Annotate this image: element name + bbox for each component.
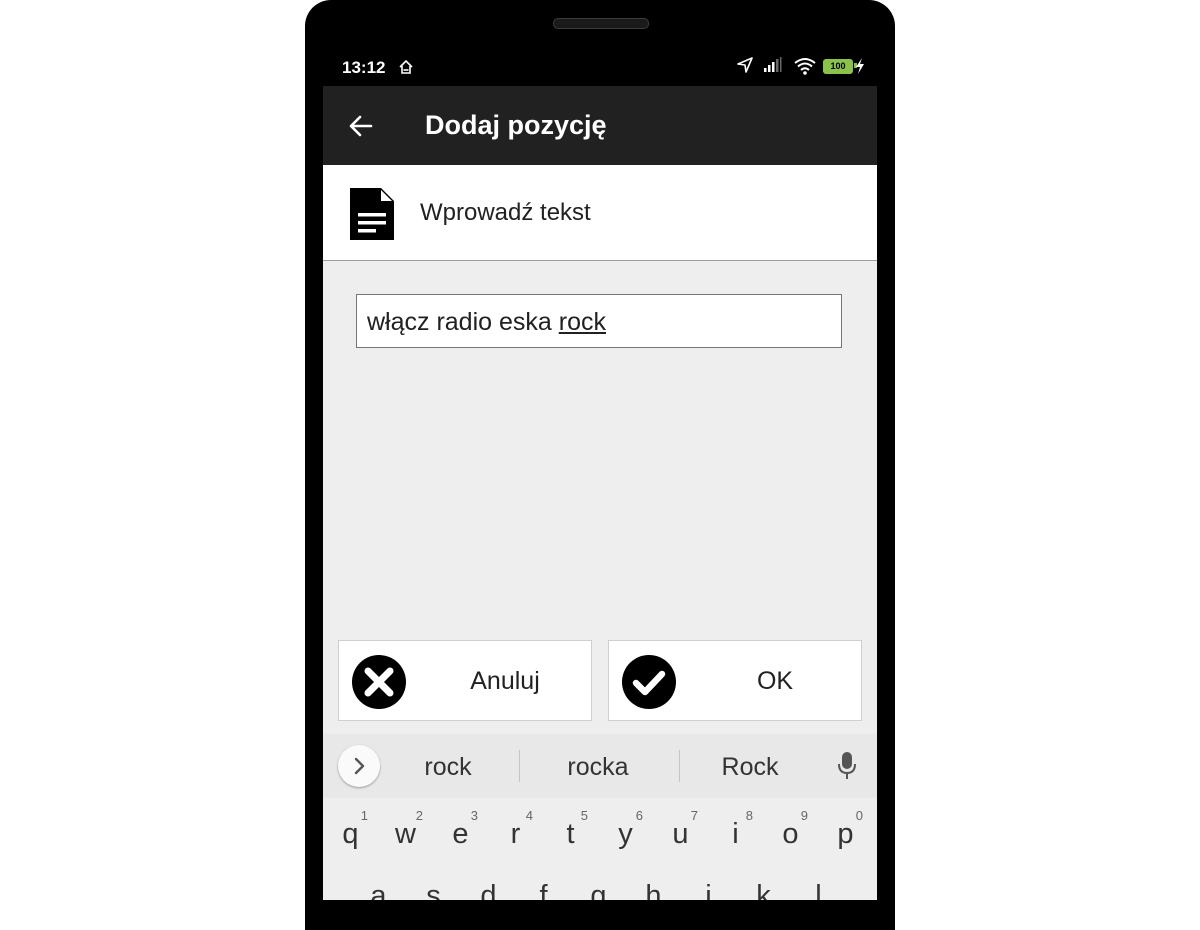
key-char: u <box>672 818 689 850</box>
key-k[interactable]: k <box>736 880 791 900</box>
key-char: y <box>618 818 633 850</box>
page-title: Dodaj pozycję <box>425 110 607 140</box>
key-a[interactable]: a <box>351 880 406 900</box>
key-hint: 6 <box>635 808 643 823</box>
key-hint: 7 <box>690 808 698 823</box>
keyboard-suggestion-bar: rock rocka Rock <box>323 734 877 798</box>
keyboard-row-2: asdfghjkl <box>351 880 851 900</box>
battery-icon: 100 <box>823 59 853 74</box>
key-o[interactable]: o9 <box>763 798 818 858</box>
key-char: e <box>452 818 469 850</box>
key-hint: 5 <box>580 808 588 823</box>
key-g[interactable]: g <box>571 880 626 900</box>
key-h[interactable]: h <box>626 880 681 900</box>
ok-button-label: OK <box>756 667 794 695</box>
key-l[interactable]: l <box>791 880 846 900</box>
key-u[interactable]: u7 <box>653 798 708 858</box>
key-j[interactable]: j <box>681 880 736 900</box>
key-hint: 4 <box>525 808 533 823</box>
arrow-left-icon[interactable] <box>347 112 375 145</box>
phone-screen: 13:12 100 Dodaj pozycję Wprowadź tekst w… <box>323 42 877 900</box>
key-i[interactable]: i8 <box>708 798 763 858</box>
key-w[interactable]: w2 <box>378 798 433 858</box>
cancel-circle-icon <box>351 654 407 715</box>
key-hint: 0 <box>855 808 863 823</box>
key-d[interactable]: d <box>461 880 516 900</box>
cancel-button-label: Anuluj <box>470 667 540 695</box>
check-circle-icon <box>621 654 677 715</box>
status-bar: 13:12 100 <box>323 42 877 86</box>
chevron-right-icon <box>354 757 365 775</box>
key-t[interactable]: t5 <box>543 798 598 858</box>
input-text: włącz radio eska <box>367 308 559 336</box>
key-q[interactable]: q1 <box>323 798 378 858</box>
microphone-icon[interactable] <box>837 751 857 786</box>
key-char: q <box>342 818 359 850</box>
phone-frame: 13:12 100 Dodaj pozycję Wprowadź tekst w… <box>305 0 895 930</box>
key-hint: 2 <box>415 808 423 823</box>
key-hint: 8 <box>745 808 753 823</box>
key-e[interactable]: e3 <box>433 798 488 858</box>
suggestion-item[interactable]: rocka <box>548 753 648 782</box>
key-y[interactable]: y6 <box>598 798 653 858</box>
suggestion-divider <box>679 750 680 782</box>
key-hint: 1 <box>360 808 368 823</box>
phone-speaker <box>553 18 649 29</box>
home-outline-icon <box>398 59 414 80</box>
document-icon <box>348 186 396 247</box>
ok-button[interactable]: OK <box>608 640 862 721</box>
section-header: Wprowadź tekst <box>323 165 877 261</box>
text-input[interactable]: włącz radio eska rock <box>356 294 842 348</box>
suggestion-divider <box>519 750 520 782</box>
location-arrow-icon <box>737 57 753 78</box>
suggestion-item[interactable]: rock <box>398 753 498 782</box>
key-char: r <box>510 818 521 850</box>
wifi-icon <box>793 57 817 80</box>
keyboard: q1w2e3r4t5y6u7i8o9p0 asdfghjkl <box>323 798 877 900</box>
keyboard-expand-button[interactable] <box>338 745 380 787</box>
key-hint: 9 <box>800 808 808 823</box>
key-char: p <box>837 818 854 850</box>
cancel-button[interactable]: Anuluj <box>338 640 592 721</box>
charging-bolt-icon <box>855 58 865 79</box>
section-title: Wprowadź tekst <box>420 199 591 226</box>
key-hint: 3 <box>470 808 478 823</box>
signal-icon <box>763 57 783 78</box>
app-bar: Dodaj pozycję <box>323 86 877 165</box>
suggestion-item[interactable]: Rock <box>700 753 800 782</box>
key-p[interactable]: p0 <box>818 798 873 858</box>
key-char: t <box>566 818 575 850</box>
key-char: w <box>395 818 416 850</box>
key-char: i <box>732 818 739 850</box>
status-time: 13:12 <box>342 58 386 77</box>
key-char: o <box>782 818 799 850</box>
key-f[interactable]: f <box>516 880 571 900</box>
key-r[interactable]: r4 <box>488 798 543 858</box>
input-composing-word: rock <box>558 308 606 336</box>
key-s[interactable]: s <box>406 880 461 900</box>
